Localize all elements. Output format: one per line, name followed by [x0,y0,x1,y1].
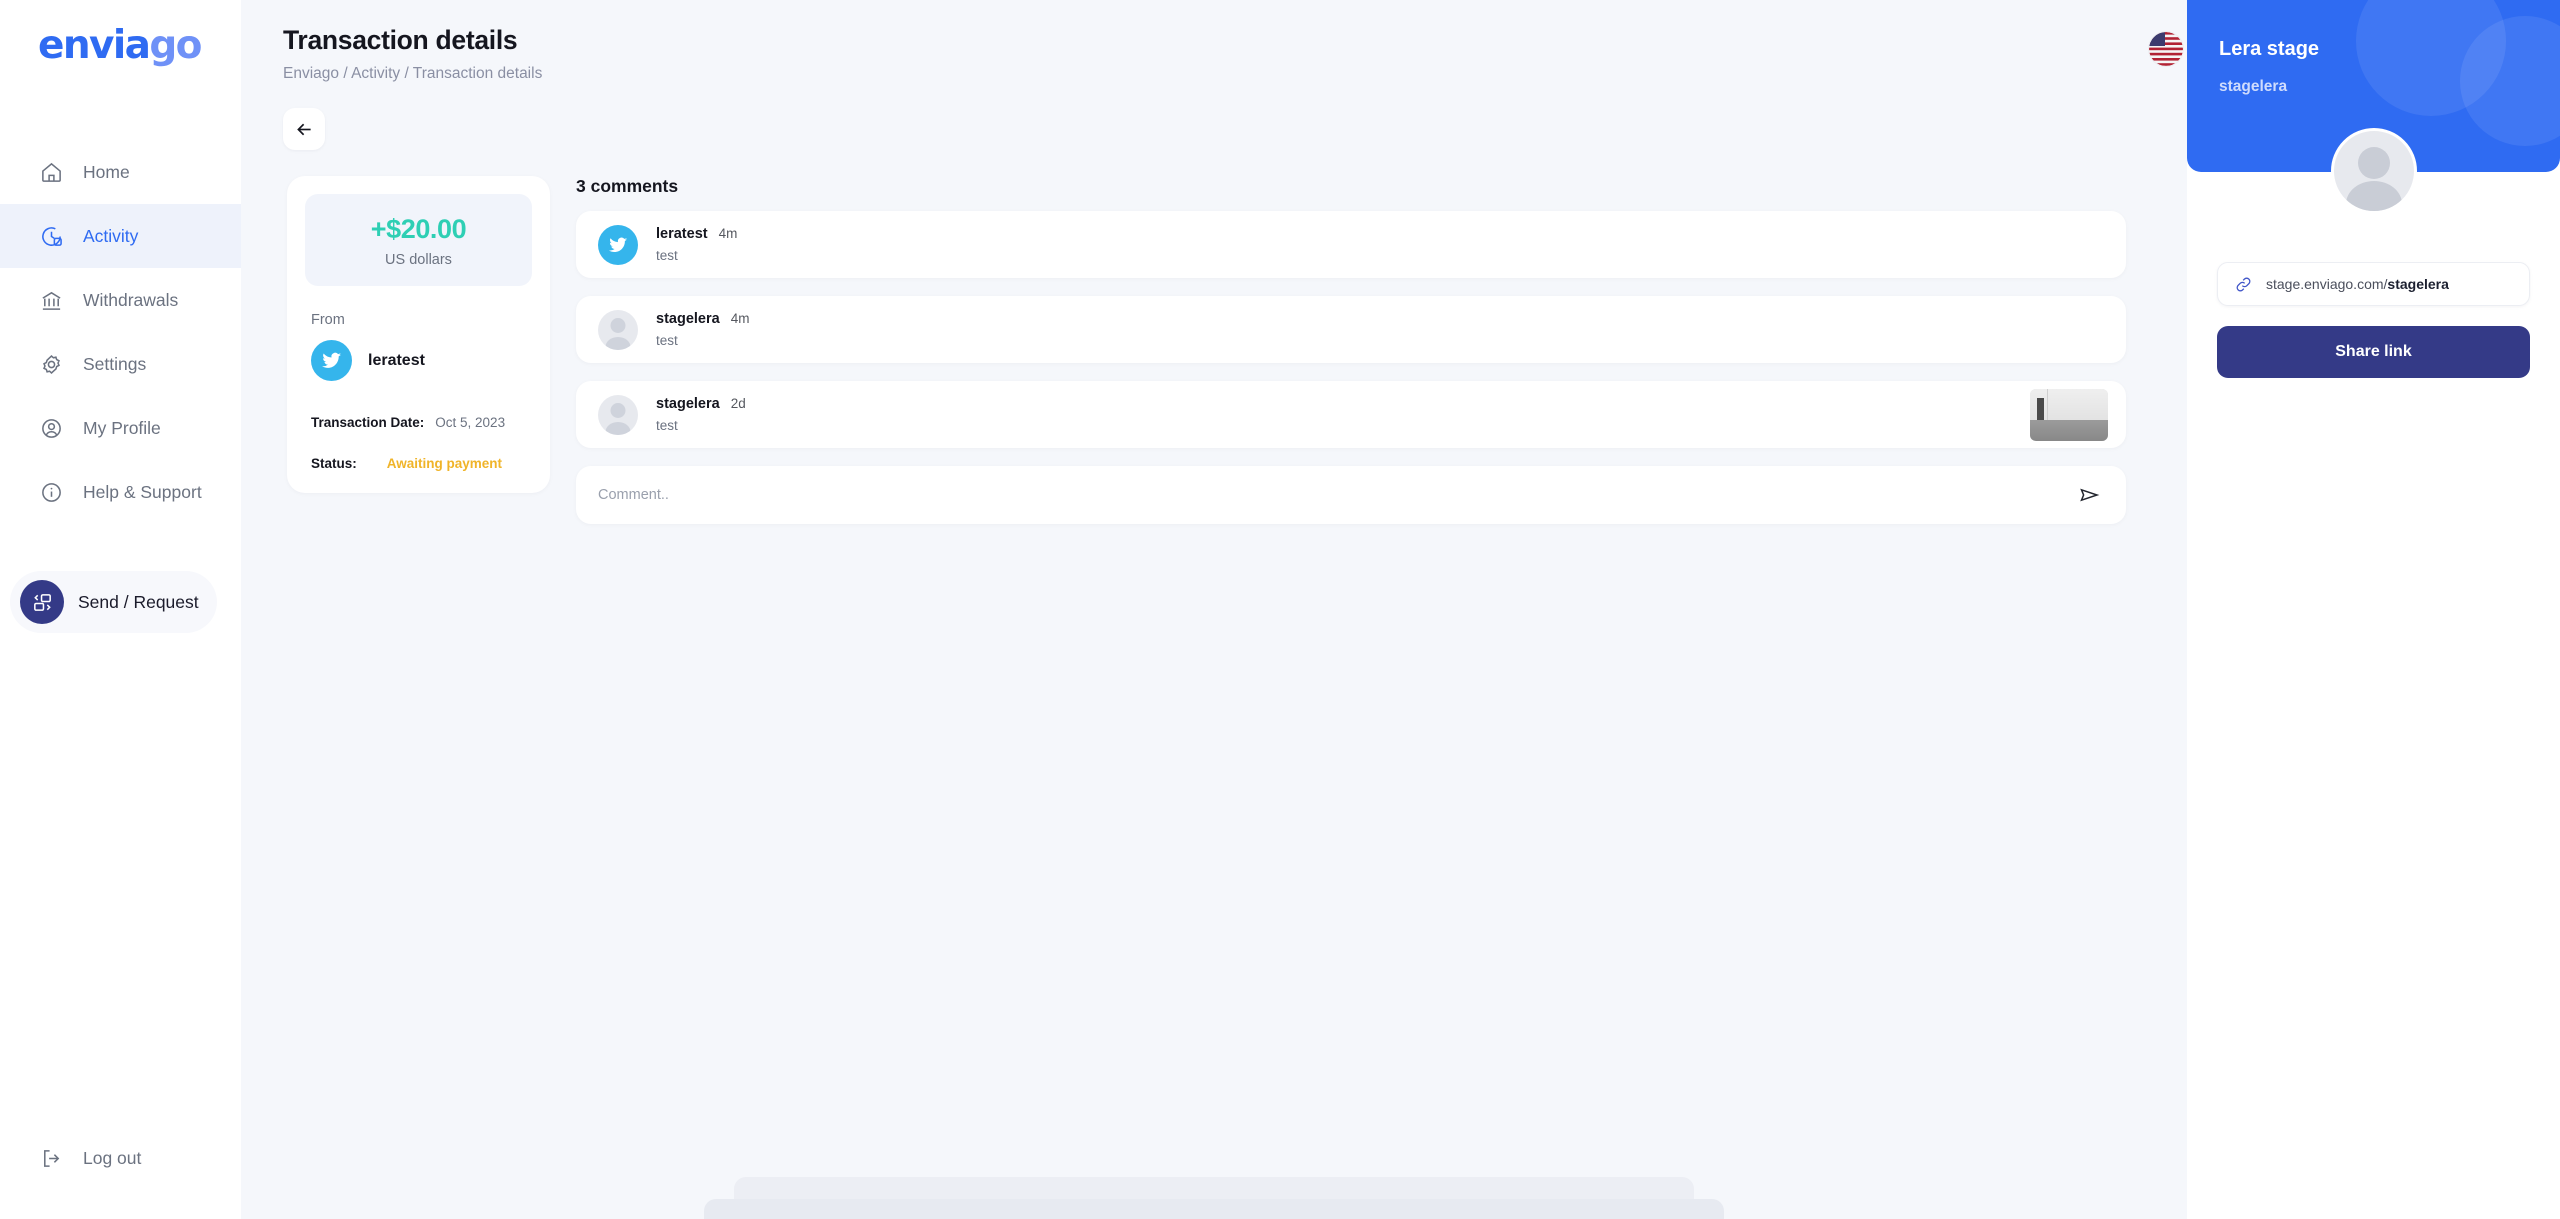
transaction-date-label: Transaction Date: [311,415,425,430]
back-button[interactable] [283,108,325,150]
transaction-card: +$20.00 US dollars From leratest Transac… [287,176,550,493]
comment-text: test [656,418,678,433]
sidebar-item-label: Settings [83,353,147,374]
comment-attachment-thumbnail[interactable] [2030,388,2108,441]
profile-link-text: stage.enviago.com/stagelera [2266,276,2449,292]
sidebar-item-activity[interactable]: Activity [0,204,241,268]
chain-link-icon [2236,277,2251,291]
top-bar: Transaction details Enviago / Activity /… [241,0,2187,96]
main-content: Transaction details Enviago / Activity /… [241,0,2187,1219]
gear-icon [38,351,64,377]
placeholder-avatar-icon [598,394,638,435]
comment-author: stagelera [656,311,720,327]
sidebar: enviago Home Activity Withdrawals Settin… [0,0,241,1219]
sidebar-nav: Home Activity Withdrawals Settings My Pr… [0,140,241,524]
brand-logo[interactable]: enviago [0,0,241,96]
sidebar-item-help-support[interactable]: Help & Support [0,460,241,524]
background-card-stack-bottom [704,1199,1724,1219]
profile-display-name: Lera stage [2219,38,2320,60]
transaction-date-row: Transaction Date: Oct 5, 2023 [311,415,532,430]
comment-author: stagelera [656,396,720,412]
transaction-date-value: Oct 5, 2023 [435,415,506,430]
comment-item[interactable]: leratest 4m test [576,211,2126,278]
transaction-amount: +$20.00 [370,214,467,244]
twitter-icon [311,340,352,381]
info-circle-icon [38,479,64,505]
page-title: Transaction details [283,25,518,55]
logout-button[interactable]: Log out [0,1145,241,1171]
comment-input[interactable] [598,487,2074,503]
profile-panel: Lera stage stagelera stage.enviago.com/s… [2187,0,2560,1219]
comments-count-title: 3 comments [576,176,679,196]
logo-text-primary: envia [38,23,151,68]
sidebar-item-withdrawals[interactable]: Withdrawals [0,268,241,332]
profile-handle: stagelera [2219,78,2288,95]
comment-timestamp: 4m [718,226,738,241]
user-circle-icon [38,415,64,441]
comment-item[interactable]: stagelera 2d test [576,381,2126,448]
sidebar-item-home[interactable]: Home [0,140,241,204]
twitter-icon [598,224,638,265]
from-label: From [311,312,345,328]
breadcrumb: Enviago / Activity / Transaction details [283,65,543,82]
send-request-button[interactable]: Send / Request [10,571,217,633]
transaction-currency: US dollars [385,252,452,268]
transaction-status-label: Status: [311,456,357,471]
status-badge: Awaiting payment [386,456,503,471]
comment-timestamp: 2d [730,396,746,411]
arrow-left-icon [296,123,311,135]
logout-label: Log out [83,1147,142,1168]
app-root: enviago Home Activity Withdrawals Settin… [0,0,2560,1219]
comment-text: test [656,248,678,263]
comment-timestamp: 4m [730,311,750,326]
sidebar-item-settings[interactable]: Settings [0,332,241,396]
send-request-icon [20,580,64,624]
sidebar-item-label: My Profile [83,417,161,438]
transaction-status-row: Status: Awaiting payment [311,456,532,471]
amount-box: +$20.00 US dollars [305,194,532,286]
placeholder-avatar-icon [598,309,638,350]
profile-link-handle: stagelera [2387,276,2449,292]
logout-icon [38,1145,64,1171]
comment-item[interactable]: stagelera 4m test [576,296,2126,363]
sidebar-item-label: Home [83,161,130,182]
comment-author: leratest [656,226,708,242]
from-user-name: leratest [368,351,425,369]
sidebar-item-my-profile[interactable]: My Profile [0,396,241,460]
send-paper-plane-icon[interactable] [2074,480,2104,510]
logo-text-accent: go [149,23,202,68]
avatar [2330,128,2417,214]
us-flag-icon[interactable] [2149,32,2187,70]
activity-clock-icon [38,223,64,249]
bank-icon [38,287,64,313]
comment-text: test [656,333,678,348]
share-link-button[interactable]: Share link [2217,326,2530,378]
send-request-label: Send / Request [78,591,199,612]
sidebar-item-label: Help & Support [83,481,202,502]
comments-section: 3 comments leratest 4m test stagelera 4m… [576,176,2126,524]
home-icon [38,159,64,185]
sidebar-item-label: Withdrawals [83,289,179,310]
profile-link-row[interactable]: stage.enviago.com/stagelera [2217,262,2530,306]
sidebar-item-label: Activity [83,225,139,246]
comment-input-row [576,466,2126,524]
profile-link-prefix: stage.enviago.com/ [2266,276,2388,292]
content-area: +$20.00 US dollars From leratest Transac… [241,150,2187,524]
from-user-row[interactable]: leratest [311,340,532,381]
